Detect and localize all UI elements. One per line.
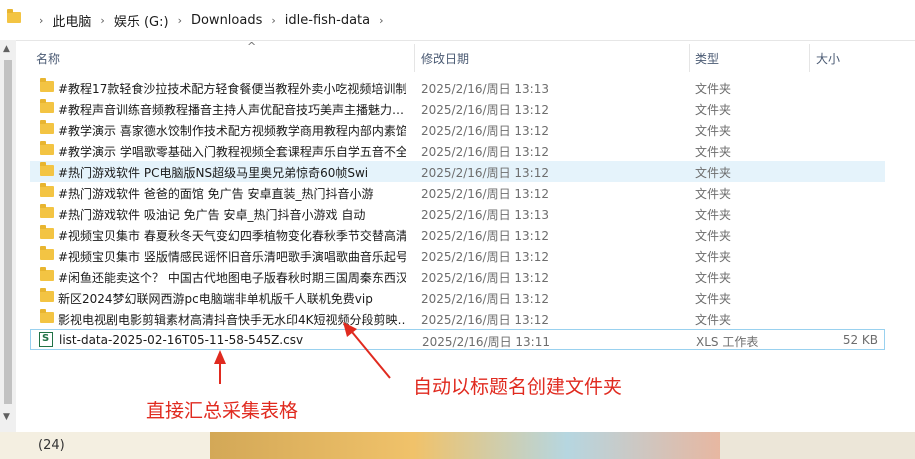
bottom-image-strip: [210, 432, 720, 459]
annotation-left: 直接汇总采集表格: [146, 400, 299, 422]
annotation-right: 自动以标题名创建文件夹: [413, 376, 623, 398]
bottom-panel-left: (24): [0, 432, 210, 459]
arrow-left-head: [214, 350, 226, 364]
bottom-background-strip: (24): [0, 432, 915, 459]
arrow-right-shaft: [351, 331, 391, 379]
count-text: (24): [38, 438, 65, 453]
